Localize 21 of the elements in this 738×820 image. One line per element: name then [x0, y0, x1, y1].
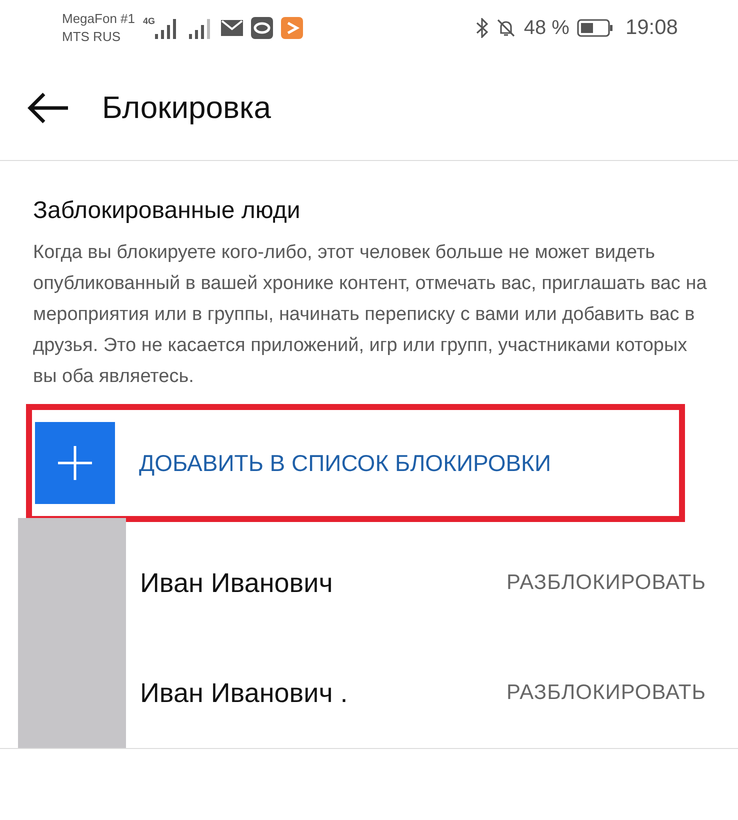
carrier-name: MegaFon #1 [62, 10, 135, 28]
plus-icon [35, 422, 115, 504]
mail-icon [221, 20, 244, 36]
carrier-name: MTS RUS [62, 28, 122, 46]
person-name: Иван Иванович [140, 568, 333, 598]
unblock-button[interactable]: РАЗБЛОКИРОВАТЬ [506, 571, 706, 595]
section-title: Заблокированные люди [33, 197, 302, 225]
network-type: 4G [143, 16, 156, 26]
person-name: Иван Иванович . [140, 678, 348, 708]
back-arrow-icon[interactable] [26, 92, 70, 124]
unblock-button[interactable]: РАЗБЛОКИРОВАТЬ [506, 681, 706, 705]
section-description: Когда вы блокируете кого-либо, этот человек больше не может видеть опубликованный в вашей хронике контент, отмечать вас, приглашать вас на мероприятия или в группы, начинать переписку с вами или добавить вас в друзья. Это не касается приложений, игр или групп, участниками которых вы оба являетесь. [33, 241, 708, 389]
add-to-blocklist-button[interactable]: ДОБАВИТЬ В СПИСОК БЛОКИРОВКИ [35, 422, 551, 504]
battery-percent: 48 % [524, 16, 570, 40]
muted-bell-icon [496, 18, 516, 38]
screen-title: Блокировка [102, 90, 271, 126]
play-app-icon [281, 17, 304, 39]
battery-icon [577, 19, 614, 37]
app-icon [251, 17, 274, 39]
bluetooth-icon [476, 18, 488, 38]
clock: 19:08 [625, 16, 678, 40]
